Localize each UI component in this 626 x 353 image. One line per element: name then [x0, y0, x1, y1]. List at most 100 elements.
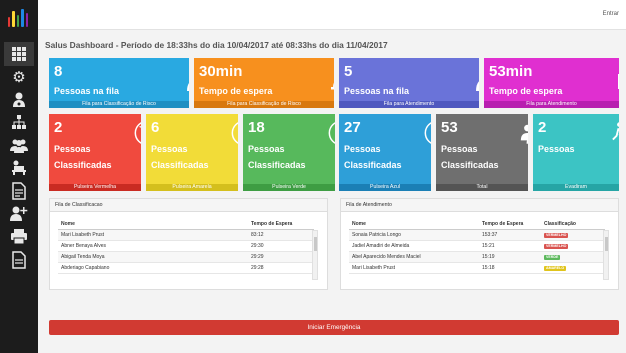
stat-value: 8 — [54, 63, 63, 80]
column-header[interactable]: Tempo de Espera — [248, 219, 314, 230]
stat-footer: Pulseira Vermelha — [49, 184, 141, 191]
sidebar: ⚙ — [0, 0, 38, 353]
classification-tile: 6 Pessoas Classificadas Pulseira Amarela — [146, 114, 238, 191]
table-row[interactable]: Jadiel Amadiri de Almeida 15:21 VERMELHO — [349, 240, 605, 252]
classification-tile: 53 Pessoas Classificadas Total — [436, 114, 528, 191]
scrollbar[interactable] — [603, 230, 609, 280]
row-wait-time: 15:18 — [479, 262, 541, 274]
panel-title: Fila de Atendimento — [341, 199, 618, 212]
row-name: Sonaia Patricia Longo — [349, 229, 479, 241]
row-name: Jadiel Amadiri de Almeida — [349, 240, 479, 252]
stat-footer: Fila para Classificação de Risco — [194, 101, 334, 108]
table-row[interactable]: Sonaia Patricia Longo 153:37 VERMELHO — [349, 229, 605, 241]
panel-title: Fila de Classificacao — [50, 199, 327, 212]
row-classification: VERMELHO — [541, 240, 605, 252]
fila-atendimento-panel: Fila de Atendimento Nome Tempo de Espera… — [340, 198, 619, 290]
top-bar: Entrar — [38, 0, 626, 30]
stat-label: Pessoas — [441, 144, 478, 154]
row-name: Abigail Tenda Moya — [58, 251, 248, 263]
scrollbar[interactable] — [312, 230, 318, 280]
stat-value: 5 — [344, 63, 353, 80]
table-row[interactable]: Abderiago Capabiano 29:28 — [58, 262, 314, 274]
stat-footer: Pulseira Verde — [243, 184, 335, 191]
table-row[interactable]: Abigail Tenda Moya 29:29 — [58, 251, 314, 263]
classification-tile: 18 Pessoas Classificadas Pulseira Verde — [243, 114, 335, 191]
stat-label-2: Classificadas — [54, 160, 112, 170]
printer-icon[interactable] — [9, 228, 29, 246]
stat-footer: Fila para Atendimento — [484, 101, 619, 108]
row-name: Abner Benaya Alves — [58, 240, 248, 252]
stat-label-2: Classificadas — [441, 160, 499, 170]
start-emergency-button[interactable]: Iniciar Emergência — [49, 320, 619, 335]
stat-tile: 53min Tempo de espera Fila para Atendime… — [484, 58, 619, 108]
fila-classificacao-table: Nome Tempo de Espera Mari Lisabeth Prust… — [58, 219, 314, 274]
logo-bar — [16, 15, 20, 27]
app-logo[interactable] — [8, 9, 29, 27]
row-name: Mari Lisabeth Prust — [349, 262, 479, 274]
column-header[interactable]: Classificação — [541, 219, 605, 230]
row-classification: AMARELO — [541, 262, 605, 274]
stat-label: Pessoas — [248, 144, 285, 154]
logo-bar — [25, 13, 29, 27]
row-name: Abderiago Capabiano — [58, 262, 248, 274]
stat-value: 53min — [489, 63, 533, 80]
stat-tile: 8 Pessoas na fila Fila para Classificaçã… — [49, 58, 189, 108]
row-wait-time: 29:30 — [248, 240, 314, 252]
stat-label: Pessoas na fila — [344, 86, 410, 96]
status-badge: AMARELO — [544, 265, 567, 271]
stat-footer: Pulseira Azul — [339, 184, 431, 191]
stat-label: Pessoas — [538, 144, 575, 154]
page-title: Salus Dashboard - Período de 18:33hs do … — [45, 40, 388, 50]
stat-footer: Evadiram — [533, 184, 619, 191]
row-wait-time: 153:37 — [479, 229, 541, 241]
group-icon[interactable] — [9, 137, 29, 155]
stat-value: 2 — [538, 119, 547, 136]
stat-label: Pessoas — [344, 144, 381, 154]
bed-icon[interactable] — [9, 159, 29, 177]
table-row[interactable]: Mari Lisabeth Prust 15:18 AMARELO — [349, 262, 605, 274]
stat-tile: 30min Tempo de espera Fila para Classifi… — [194, 58, 334, 108]
scrollbar-thumb[interactable] — [314, 237, 317, 251]
fila-classificacao-panel: Fila de Classificacao Nome Tempo de Espe… — [49, 198, 328, 290]
table-row[interactable]: Mari Lisabeth Prust 83:12 — [58, 229, 314, 241]
add-user-icon[interactable] — [9, 205, 29, 223]
row-name: Abel Aparecido Mendes Maciel — [349, 251, 479, 263]
report-icon[interactable] — [9, 182, 29, 200]
org-chart-icon[interactable] — [9, 114, 29, 132]
row-wait-time: 15:19 — [479, 251, 541, 263]
classification-tile: 2 Pessoas Evadiram — [533, 114, 619, 191]
stat-label-2: Classificadas — [151, 160, 209, 170]
document-icon[interactable] — [9, 251, 29, 269]
stat-value: 18 — [248, 119, 265, 136]
user-doctor-icon[interactable] — [9, 91, 29, 109]
row-name: Mari Lisabeth Prust — [58, 229, 248, 241]
login-link[interactable]: Entrar — [603, 11, 619, 17]
stat-label: Tempo de espera — [489, 86, 563, 96]
row-wait-time: 15:21 — [479, 240, 541, 252]
logo-bar — [12, 11, 15, 27]
status-badge: VERDE — [544, 254, 561, 260]
gear-icon[interactable]: ⚙ — [9, 69, 29, 87]
stat-value: 6 — [151, 119, 160, 136]
grid-icon[interactable] — [4, 42, 34, 66]
logo-bar — [8, 17, 11, 27]
stat-label-2: Classificadas — [344, 160, 402, 170]
stat-label: Pessoas — [54, 144, 91, 154]
stat-label: Tempo de espera — [199, 86, 273, 96]
column-header[interactable]: Nome — [349, 219, 479, 230]
stat-value: 30min — [199, 63, 243, 80]
stat-value: 27 — [344, 119, 361, 136]
scrollbar-thumb[interactable] — [605, 237, 608, 251]
column-header[interactable]: Tempo de Espera — [479, 219, 541, 230]
status-badge: VERMELHO — [544, 243, 569, 249]
stat-label: Pessoas — [151, 144, 188, 154]
table-row[interactable]: Abner Benaya Alves 29:30 — [58, 240, 314, 252]
logo-bar — [21, 9, 24, 27]
row-classification: VERDE — [541, 251, 605, 263]
stat-footer: Pulseira Amarela — [146, 184, 238, 191]
column-header[interactable]: Nome — [58, 219, 248, 230]
classification-tile: 27 Pessoas Classificadas Pulseira Azul — [339, 114, 431, 191]
fila-atendimento-table: Nome Tempo de Espera Classificação Sonai… — [349, 219, 605, 274]
table-row[interactable]: Abel Aparecido Mendes Maciel 15:19 VERDE — [349, 251, 605, 263]
stat-value: 2 — [54, 119, 63, 136]
